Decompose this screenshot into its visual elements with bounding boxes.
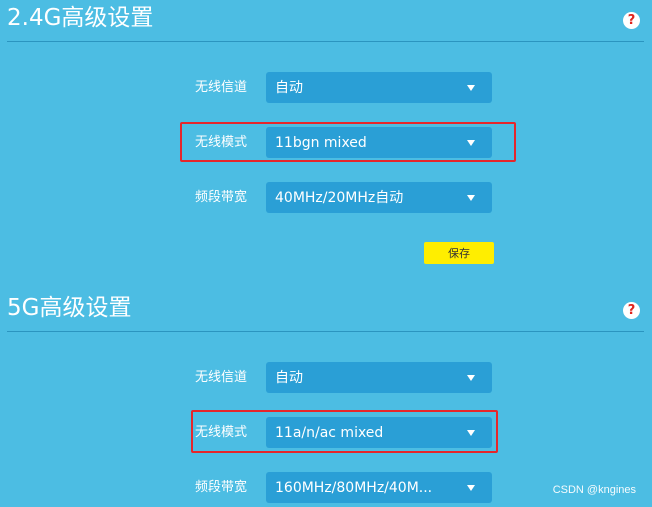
bandwidth-value: 40MHz/20MHz自动	[275, 189, 404, 206]
section-title-24g: 2.4G高级设置	[7, 5, 154, 31]
help-icon[interactable]: ?	[623, 12, 640, 29]
channel-select[interactable]: 自动	[266, 72, 492, 103]
bandwidth-label: 频段带宽	[195, 480, 248, 495]
dropdown-arrow-icon	[467, 375, 475, 381]
bandwidth-select[interactable]: 160MHz/80MHz/40M...	[266, 472, 492, 503]
section-title-5g: 5G高级设置	[7, 295, 132, 321]
channel-value: 自动	[275, 369, 303, 386]
dropdown-arrow-icon	[467, 195, 475, 201]
mode-highlight-box	[191, 410, 498, 453]
channel-label: 无线信道	[195, 80, 248, 95]
save-button[interactable]: 保存	[424, 242, 494, 264]
divider	[7, 41, 644, 42]
divider	[7, 331, 644, 332]
bandwidth-select[interactable]: 40MHz/20MHz自动	[266, 182, 492, 213]
watermark: CSDN @kngines	[552, 484, 636, 496]
channel-value: 自动	[275, 79, 303, 96]
help-icon[interactable]: ?	[623, 302, 640, 319]
dropdown-arrow-icon	[467, 485, 475, 491]
channel-select[interactable]: 自动	[266, 362, 492, 393]
bandwidth-value: 160MHz/80MHz/40M...	[275, 479, 433, 496]
dropdown-arrow-icon	[467, 85, 475, 91]
bandwidth-label: 频段带宽	[195, 190, 248, 205]
channel-label: 无线信道	[195, 370, 248, 385]
mode-highlight-box	[180, 122, 516, 162]
